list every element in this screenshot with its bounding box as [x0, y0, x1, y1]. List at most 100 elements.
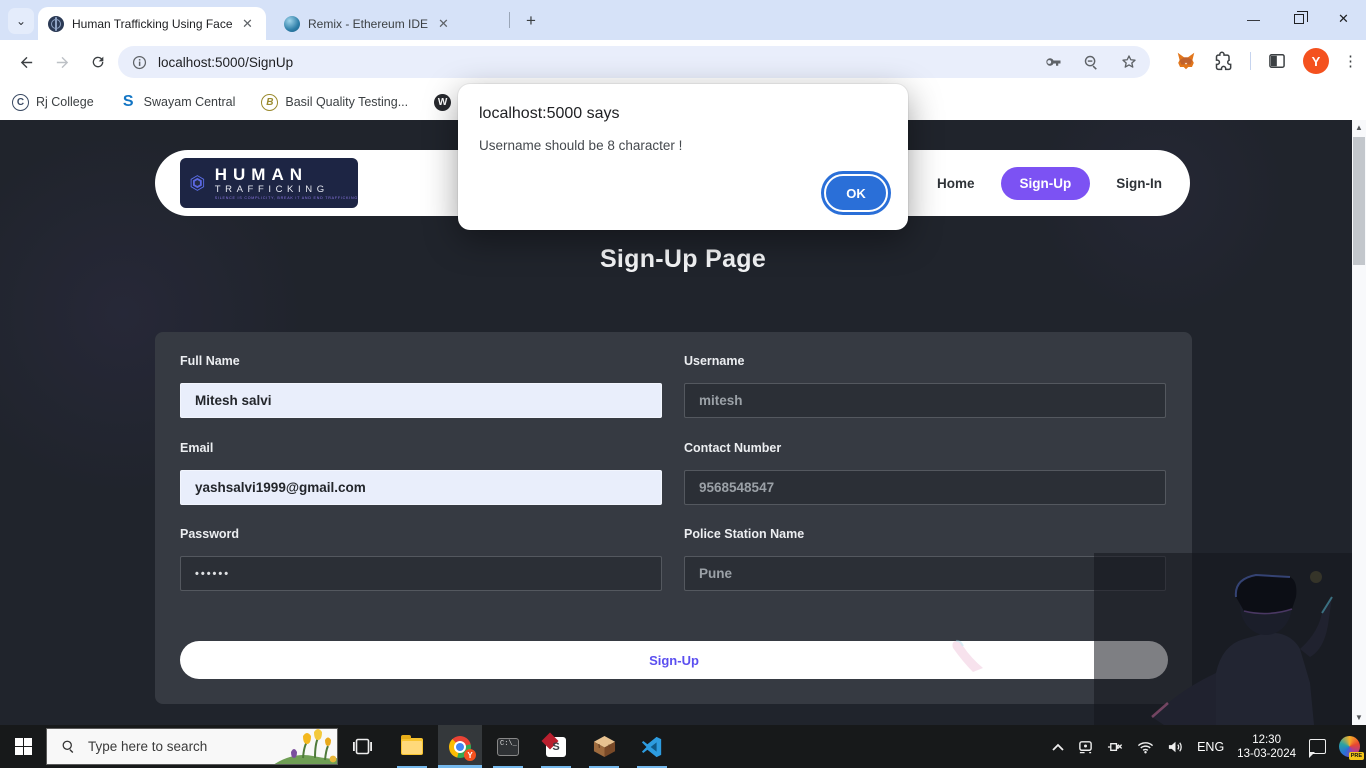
zoom-out-icon[interactable]	[1082, 53, 1100, 71]
vscode-icon	[641, 736, 663, 758]
username-label: Username	[684, 354, 744, 368]
search-icon	[61, 739, 76, 754]
alert-ok-button[interactable]: OK	[824, 174, 888, 212]
full-name-field[interactable]: Mitesh salvi	[180, 383, 662, 418]
task-view-button[interactable]	[340, 725, 384, 768]
username-field[interactable]: mitesh	[684, 383, 1166, 418]
alert-title: localhost:5000 says	[479, 105, 620, 123]
back-button[interactable]	[12, 48, 40, 76]
password-label: Password	[180, 527, 239, 541]
browser-tab-strip: ⌄ Human Trafficking Using Face R ✕ Remix…	[0, 0, 1366, 40]
bookmark-icon: W	[434, 94, 451, 111]
extensions-puzzle-icon[interactable]	[1212, 49, 1236, 73]
logo-word-2: TRAFFICKING	[215, 184, 358, 195]
new-tab-button[interactable]: +	[518, 8, 544, 34]
chrome-taskbar-button[interactable]: Y	[438, 725, 482, 768]
bookmark-icon: B	[261, 94, 278, 111]
task-view-icon	[353, 738, 372, 755]
full-name-label: Full Name	[180, 354, 240, 368]
windows-logo-icon	[15, 738, 32, 755]
ssms-icon: S	[546, 737, 566, 757]
password-key-icon[interactable]	[1044, 53, 1062, 71]
terminal-button[interactable]: C:\_	[486, 725, 530, 768]
tab-search-button[interactable]: ⌄	[8, 8, 34, 34]
taskbar-search-box[interactable]: Type here to search	[46, 728, 338, 765]
scroll-up-arrow[interactable]: ▲	[1352, 120, 1366, 135]
browser-tab-1[interactable]: Human Trafficking Using Face R ✕	[38, 7, 266, 40]
search-flowers-image	[273, 728, 337, 765]
reload-button[interactable]	[84, 48, 112, 76]
globe-favicon	[48, 16, 64, 32]
profile-avatar[interactable]: Y	[1303, 48, 1329, 74]
windows-taskbar: Type here to search Y C:\_	[0, 725, 1366, 768]
window-restore-button[interactable]	[1276, 0, 1321, 38]
ssms-button[interactable]: S	[534, 725, 578, 768]
ganache-cube-icon	[593, 735, 616, 758]
vscode-button[interactable]	[630, 725, 674, 768]
window-controls: — ✕	[1231, 0, 1366, 38]
date: 13-03-2024	[1237, 747, 1296, 761]
volume-icon[interactable]	[1167, 740, 1184, 754]
window-minimize-button[interactable]: —	[1231, 0, 1276, 38]
bookmark-star-icon[interactable]	[1120, 53, 1138, 71]
notification-center-icon[interactable]	[1309, 739, 1326, 754]
nav-home[interactable]: Home	[937, 176, 975, 191]
police-station-label: Police Station Name	[684, 527, 804, 541]
scrollbar-thumb[interactable]	[1353, 137, 1365, 265]
bookmark-basil-quality[interactable]: B Basil Quality Testing...	[261, 94, 408, 111]
window-close-button[interactable]: ✕	[1321, 0, 1366, 38]
file-explorer-button[interactable]	[390, 725, 434, 768]
nav-sign-in[interactable]: Sign-In	[1116, 176, 1162, 191]
browser-tab-2[interactable]: Remix - Ethereum IDE ✕	[274, 7, 504, 40]
remix-favicon	[284, 16, 300, 32]
bookmark-rj-college[interactable]: C Rj College	[12, 94, 94, 111]
copilot-icon[interactable]: PRE	[1339, 736, 1360, 757]
taskbar-clock[interactable]: 12:30 13-03-2024	[1237, 733, 1296, 761]
file-explorer-icon	[401, 738, 423, 755]
password-field[interactable]: ••••••	[180, 556, 662, 591]
tab-divider	[509, 12, 510, 28]
sign-up-submit-button[interactable]: Sign-Up	[180, 641, 1168, 679]
contact-number-label: Contact Number	[684, 441, 781, 455]
tab-title: Human Trafficking Using Face R	[72, 17, 232, 31]
tab-close-icon[interactable]: ✕	[436, 16, 451, 32]
system-tray: ENG 12:30 13-03-2024 PRE	[1052, 725, 1360, 768]
url-text[interactable]: localhost:5000/SignUp	[158, 55, 1044, 70]
page-title: Sign-Up Page	[0, 245, 1366, 274]
search-placeholder: Type here to search	[88, 739, 261, 754]
time: 12:30	[1237, 733, 1296, 747]
site-logo[interactable]: HUMAN TRAFFICKING SILENCE IS COMPLICITY,…	[180, 158, 358, 208]
hexagon-logo-icon	[190, 165, 205, 201]
screen: ⌄ Human Trafficking Using Face R ✕ Remix…	[0, 0, 1366, 768]
page-info-icon[interactable]	[130, 53, 148, 71]
site-nav: Home Sign-Up Sign-In	[937, 167, 1162, 200]
start-button[interactable]	[0, 725, 46, 768]
email-label: Email	[180, 441, 213, 455]
browser-toolbar: localhost:5000/SignUp	[0, 40, 1366, 84]
email-field[interactable]: yashsalvi1999@gmail.com	[180, 470, 662, 505]
police-station-field[interactable]: Pune	[684, 556, 1166, 591]
scroll-down-arrow[interactable]: ▼	[1352, 710, 1366, 725]
hidden-icons-chevron[interactable]	[1052, 743, 1064, 751]
copilot-pre-badge: PRE	[1349, 752, 1364, 760]
side-panel-icon[interactable]	[1265, 49, 1289, 73]
forward-button[interactable]	[48, 48, 76, 76]
tab-title: Remix - Ethereum IDE	[308, 17, 428, 31]
tab-close-icon[interactable]: ✕	[240, 16, 255, 32]
terminal-icon: C:\_	[497, 738, 519, 756]
wifi-icon[interactable]	[1137, 740, 1154, 754]
page-scrollbar[interactable]: ▲ ▼	[1352, 120, 1366, 725]
bookmark-icon: S	[120, 94, 137, 111]
metamask-extension-icon[interactable]	[1174, 49, 1198, 73]
capture-icon[interactable]	[1077, 739, 1094, 754]
nav-sign-up[interactable]: Sign-Up	[1001, 167, 1091, 200]
bookmark-swayam-central[interactable]: S Swayam Central	[120, 94, 236, 111]
contact-number-field[interactable]: 9568548547	[684, 470, 1166, 505]
alert-dialog: localhost:5000 says Username should be 8…	[458, 84, 908, 230]
browser-menu-icon[interactable]: ⋮	[1343, 59, 1358, 64]
ganache-button[interactable]	[582, 725, 626, 768]
chrome-profile-badge: Y	[464, 749, 476, 761]
power-plug-icon[interactable]	[1107, 740, 1124, 754]
address-bar[interactable]: localhost:5000/SignUp	[118, 46, 1150, 78]
language-indicator[interactable]: ENG	[1197, 740, 1224, 754]
